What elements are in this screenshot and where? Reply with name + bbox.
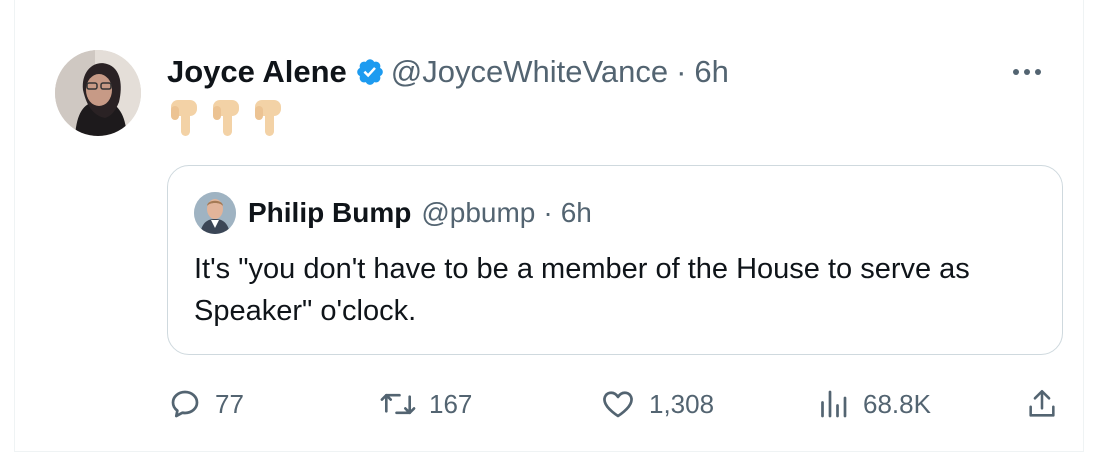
reply-icon — [171, 390, 199, 418]
verified-badge-icon — [355, 57, 385, 87]
quote-author-handle[interactable]: @pbump — [421, 197, 535, 229]
more-options-icon[interactable] — [1007, 58, 1047, 86]
quote-author-avatar[interactable] — [194, 192, 236, 234]
reply-count: 77 — [215, 388, 244, 419]
like-button[interactable]: 1,308 — [599, 384, 714, 424]
quote-author-name[interactable]: Philip Bump — [248, 197, 411, 229]
views-icon — [821, 390, 847, 418]
author-handle[interactable]: @JoyceWhiteVance — [391, 54, 668, 90]
author-name[interactable]: Joyce Alene — [167, 54, 347, 90]
reply-button[interactable]: 77 — [167, 384, 244, 424]
separator-dot: · — [543, 197, 553, 228]
views-button[interactable]: 68.8K — [815, 384, 931, 424]
tweet-header: Joyce Alene @JoyceWhiteVance · 6h — [167, 52, 729, 92]
pointing-down-emoji — [213, 100, 239, 136]
action-bar: 77 167 1,308 68.8K — [167, 384, 1067, 424]
heart-icon — [603, 391, 633, 418]
share-button[interactable] — [1025, 384, 1071, 424]
pointing-down-emoji — [255, 100, 281, 136]
quote-text: It's "you don't have to be a member of t… — [194, 253, 970, 327]
retweet-button[interactable]: 167 — [379, 384, 472, 424]
views-count: 68.8K — [863, 388, 931, 419]
quoted-tweet[interactable]: Philip Bump @pbump · 6h It's "you don't … — [167, 165, 1063, 355]
tweet-card: Joyce Alene @JoyceWhiteVance · 6h Philip… — [14, 0, 1084, 452]
like-count: 1,308 — [649, 388, 715, 419]
quote-header: Philip Bump @pbump · 6h — [248, 194, 592, 232]
share-icon — [1029, 389, 1055, 417]
retweet-count: 167 — [429, 388, 473, 419]
quote-timestamp[interactable]: 6h — [561, 197, 592, 229]
author-avatar[interactable] — [55, 50, 141, 136]
separator-dot: · — [676, 54, 687, 89]
pointing-down-emoji — [171, 100, 197, 136]
retweet-icon — [380, 393, 416, 415]
tweet-text — [167, 96, 287, 142]
tweet-timestamp[interactable]: 6h — [694, 54, 728, 90]
